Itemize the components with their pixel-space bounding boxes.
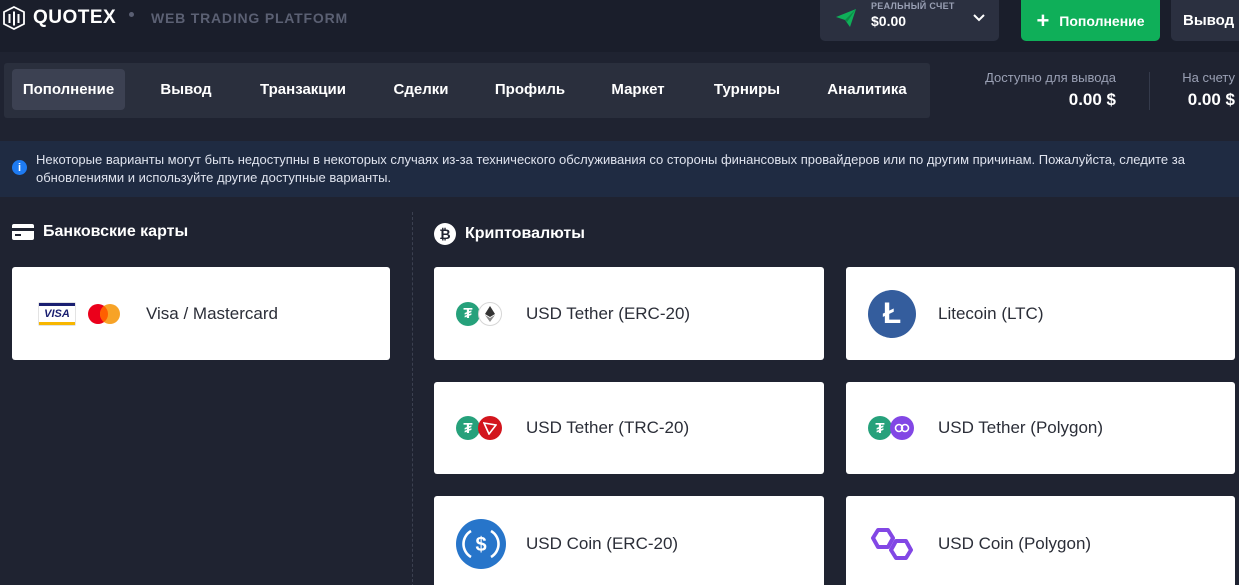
tab-profile[interactable]: Профиль [480,69,580,110]
section-tabs: Пополнение Вывод Транзакции Сделки Профи… [4,63,930,118]
mastercard-icon [88,303,120,324]
ethereum-icon [478,301,502,326]
usdt-polygon-icons: ₮ [868,382,914,474]
tab-transactions[interactable]: Транзакции [244,69,362,110]
deposit-button[interactable]: + Пополнение [1021,0,1160,41]
payment-option-name: USD Coin (Polygon) [938,533,1092,553]
polygon-icon [871,527,913,560]
svg-text:$: $ [475,534,486,556]
credit-card-icon [12,224,34,240]
tab-trades[interactable]: Сделки [372,69,470,110]
info-icon: i [12,160,27,175]
payment-option-name: USD Tether (TRC-20) [526,418,690,437]
payment-option-usdc-polygon[interactable]: USD Coin (Polygon) [846,496,1235,585]
usdt-erc20-icons: ₮ [456,267,502,360]
bitcoin-icon: ₿ [434,223,456,245]
payment-option-usdt-erc20[interactable]: ₮ USD Tether (ERC-20) [434,267,824,360]
tether-icon: ₮ [456,416,480,440]
account-total-value: 0.00 $ [1187,90,1235,109]
account-balance: $0.00 [871,13,907,29]
payment-option-name: USD Tether (Polygon) [938,418,1104,437]
top-bar: QUOTEX WEB TRADING PLATFORM РЕАЛЬНЫЙ СЧЕ… [0,0,1239,52]
tab-withdraw[interactable]: Вывод [136,69,236,110]
header-separator-dot [129,12,134,17]
account-type-label: РЕАЛЬНЫЙ СЧЕТ [871,1,955,11]
payment-option-usdc-erc20[interactable]: $ USD Coin (ERC-20) [434,496,824,585]
logo-icon [3,6,25,30]
tab-deposit[interactable]: Пополнение [12,69,125,110]
withdraw-button-label: Вывод [1183,12,1235,29]
payment-option-name: Visa / Mastercard [146,303,278,323]
crypto-title: Криптовалюты [465,225,585,242]
chevron-down-icon [973,14,985,22]
tab-analytics[interactable]: Аналитика [808,69,926,110]
tron-icon [478,416,502,440]
platform-label: WEB TRADING PLATFORM [151,10,348,26]
tab-tournaments[interactable]: Турниры [696,69,798,110]
visa-icon: VISA [38,301,76,326]
litecoin-icon: Ł [868,289,916,338]
account-total: На счету 0.00 $ [1182,70,1235,110]
payment-option-name: Litecoin (LTC) [938,303,1044,323]
payment-option-name: USD Tether (ERC-20) [526,303,691,323]
polygon-icon [890,416,914,440]
bank-cards-heading: Банковские карты [12,223,188,241]
payment-option-litecoin[interactable]: Ł Litecoin (LTC) [846,267,1235,360]
maintenance-notice: i Некоторые варианты могут быть недоступ… [0,141,1239,197]
section-divider [412,212,413,585]
deposit-button-label: Пополнение [1059,12,1145,29]
notice-text: Некоторые варианты могут быть недоступны… [36,152,1185,185]
payment-option-usdt-trc20[interactable]: ₮ USD Tether (TRC-20) [434,382,824,474]
usdt-trc20-icons: ₮ [456,382,502,474]
usd-coin-icon: $ [456,518,506,569]
usdc-erc20-icons: $ [456,496,506,585]
litecoin-icons: Ł [868,267,916,360]
paper-plane-icon [836,9,856,27]
payment-option-visa-mastercard[interactable]: VISA Visa / Mastercard [12,267,390,360]
bank-cards-title: Банковские карты [43,223,189,240]
tab-market[interactable]: Маркет [590,69,686,110]
tether-icon: ₮ [868,416,892,440]
card-brand-icons: VISA [38,267,122,360]
usdc-polygon-icons [868,496,916,585]
account-switcher[interactable]: РЕАЛЬНЫЙ СЧЕТ $0.00 [820,0,999,41]
visa-logo-text: VISA [44,307,70,320]
withdraw-button[interactable]: Вывод [1171,0,1239,41]
logo[interactable]: QUOTEX [2,5,116,31]
tether-icon: ₮ [456,301,480,326]
crypto-heading: ₿ Криптовалюты [434,223,585,245]
payment-option-name: USD Coin (ERC-20) [526,533,679,553]
available-label: Доступно для вывода [985,70,1116,85]
balance-divider [1149,72,1150,110]
available-value: 0.00 $ [1068,90,1116,109]
account-total-label: На счету [1182,70,1235,85]
logo-text: QUOTEX [33,7,117,28]
available-for-withdrawal: Доступно для вывода 0.00 $ [985,70,1116,110]
plus-icon: + [1036,7,1050,33]
payment-option-usdt-polygon[interactable]: ₮ USD Tether (Polygon) [846,382,1235,474]
